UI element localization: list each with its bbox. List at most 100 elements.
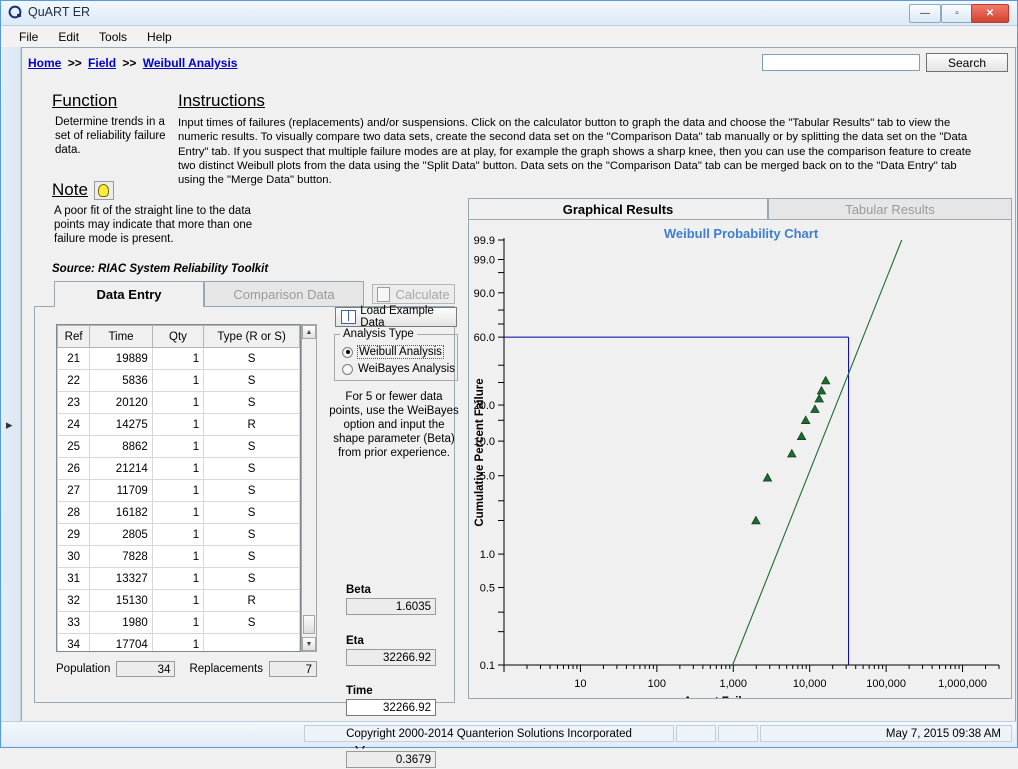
cell-qty[interactable]: 1 — [151, 391, 205, 414]
radio-weibayes-analysis[interactable]: WeiBayes Analysis — [342, 363, 455, 375]
load-example-data-button[interactable]: Load Example Data — [335, 305, 457, 329]
cell-time[interactable]: 19889 — [89, 347, 153, 370]
cell-time[interactable]: 8862 — [89, 435, 153, 458]
cell-qty[interactable]: 1 — [151, 523, 205, 546]
cell-type[interactable]: S — [203, 611, 300, 634]
cell-qty[interactable]: 1 — [151, 633, 205, 651]
cell-type[interactable]: S — [203, 479, 300, 502]
cell-qty[interactable]: 1 — [151, 369, 205, 392]
cell-qty[interactable]: 1 — [151, 479, 205, 502]
cell-type[interactable]: S — [203, 633, 300, 651]
eta-value[interactable]: 32266.92 — [346, 649, 436, 666]
cell-time[interactable]: 7828 — [89, 545, 153, 568]
table-row[interactable]: 24 14275 1 R — [57, 413, 300, 436]
table-row[interactable]: 34 17704 1 S — [57, 633, 300, 651]
cell-type[interactable]: S — [203, 567, 300, 590]
table-row[interactable]: 31 13327 1 S — [57, 567, 300, 590]
cell-ref[interactable]: 21 — [57, 347, 91, 370]
time-value[interactable]: 32266.92 — [346, 699, 436, 716]
tab-tabular-results[interactable]: Tabular Results — [768, 198, 1012, 220]
table-row[interactable]: 32 15130 1 R — [57, 589, 300, 612]
search-button[interactable]: Search — [926, 53, 1008, 72]
cell-ref[interactable]: 29 — [57, 523, 91, 546]
population-value[interactable]: 34 — [116, 660, 176, 677]
cell-time[interactable]: 5836 — [89, 369, 153, 392]
radio-weibull-analysis[interactable]: Weibull Analysis — [342, 345, 444, 359]
close-button[interactable]: ✕ — [971, 4, 1009, 23]
table-row[interactable]: 28 16182 1 S — [57, 501, 300, 524]
cell-type[interactable]: S — [203, 391, 300, 414]
cell-qty[interactable]: 1 — [151, 589, 205, 612]
beta-value[interactable]: 1.6035 — [346, 598, 436, 615]
breadcrumb-field[interactable]: Field — [88, 56, 116, 70]
cell-time[interactable]: 17704 — [89, 633, 153, 651]
tab-graphical-results[interactable]: Graphical Results — [468, 198, 768, 220]
table-row[interactable]: 23 20120 1 S — [57, 391, 300, 414]
table-row[interactable]: 25 8862 1 S — [57, 435, 300, 458]
cell-qty[interactable]: 1 — [151, 501, 205, 524]
data-grid[interactable]: Ref Time Qty Type (R or S) 21 19889 1 S 22 58… — [56, 324, 301, 652]
cell-type[interactable]: S — [203, 545, 300, 568]
rt-value[interactable]: 0.3679 — [346, 751, 436, 768]
cell-qty[interactable]: 1 — [151, 413, 205, 436]
cell-type[interactable]: S — [203, 457, 300, 480]
cell-type[interactable]: S — [203, 435, 300, 458]
table-row[interactable]: 26 21214 1 S — [57, 457, 300, 480]
cell-type[interactable]: S — [203, 523, 300, 546]
cell-time[interactable]: 13327 — [89, 567, 153, 590]
table-row[interactable]: 21 19889 1 S — [57, 347, 300, 370]
minimize-button[interactable]: — — [909, 4, 941, 23]
cell-qty[interactable]: 1 — [151, 347, 205, 370]
menu-help[interactable]: Help — [137, 28, 182, 46]
cell-type[interactable]: R — [203, 589, 300, 612]
cell-time[interactable]: 1980 — [89, 611, 153, 634]
cell-time[interactable]: 16182 — [89, 501, 153, 524]
cell-ref[interactable]: 32 — [57, 589, 91, 612]
table-row[interactable]: 29 2805 1 S — [57, 523, 300, 546]
table-row[interactable]: 27 11709 1 S — [57, 479, 300, 502]
table-row[interactable]: 33 1980 1 S — [57, 611, 300, 634]
cell-time[interactable]: 21214 — [89, 457, 153, 480]
table-row[interactable]: 22 5836 1 S — [57, 369, 300, 392]
cell-qty[interactable]: 1 — [151, 611, 205, 634]
menu-file[interactable]: File — [9, 28, 48, 46]
cell-ref[interactable]: 33 — [57, 611, 91, 634]
menu-tools[interactable]: Tools — [89, 28, 137, 46]
search-input[interactable] — [762, 54, 920, 71]
cell-time[interactable]: 20120 — [89, 391, 153, 414]
cell-ref[interactable]: 31 — [57, 567, 91, 590]
menu-edit[interactable]: Edit — [48, 28, 89, 46]
cell-time[interactable]: 14275 — [89, 413, 153, 436]
cell-ref[interactable]: 34 — [57, 633, 91, 651]
collapse-gutter[interactable]: ▸ — [2, 47, 21, 723]
expand-arrow-icon[interactable]: ▸ — [6, 417, 13, 433]
cell-type[interactable]: S — [203, 369, 300, 392]
scroll-down-icon[interactable]: ▼ — [302, 637, 316, 651]
calculate-button[interactable]: Calculate — [372, 284, 455, 304]
tab-data-entry[interactable]: Data Entry — [54, 281, 204, 307]
cell-qty[interactable]: 1 — [151, 435, 205, 458]
cell-ref[interactable]: 24 — [57, 413, 91, 436]
cell-type[interactable]: S — [203, 501, 300, 524]
cell-qty[interactable]: 1 — [151, 457, 205, 480]
maximize-button[interactable]: ▫ — [941, 4, 973, 23]
scroll-up-icon[interactable]: ▲ — [302, 325, 316, 339]
cell-time[interactable]: 15130 — [89, 589, 153, 612]
grid-scrollbar[interactable]: ▲ ▼ — [301, 324, 317, 652]
cell-ref[interactable]: 30 — [57, 545, 91, 568]
cell-ref[interactable]: 27 — [57, 479, 91, 502]
scrollbar-thumb[interactable] — [303, 615, 315, 634]
cell-ref[interactable]: 22 — [57, 369, 91, 392]
cell-ref[interactable]: 28 — [57, 501, 91, 524]
cell-ref[interactable]: 23 — [57, 391, 91, 414]
cell-time[interactable]: 2805 — [89, 523, 153, 546]
breadcrumb-home[interactable]: Home — [28, 56, 61, 70]
lightbulb-icon[interactable] — [93, 181, 114, 200]
cell-qty[interactable]: 1 — [151, 567, 205, 590]
cell-type[interactable]: S — [203, 347, 300, 370]
cell-ref[interactable]: 25 — [57, 435, 91, 458]
breadcrumb-weibull-analysis[interactable]: Weibull Analysis — [143, 56, 238, 70]
cell-type[interactable]: R — [203, 413, 300, 436]
replacements-value[interactable]: 7 — [268, 660, 317, 677]
table-row[interactable]: 30 7828 1 S — [57, 545, 300, 568]
